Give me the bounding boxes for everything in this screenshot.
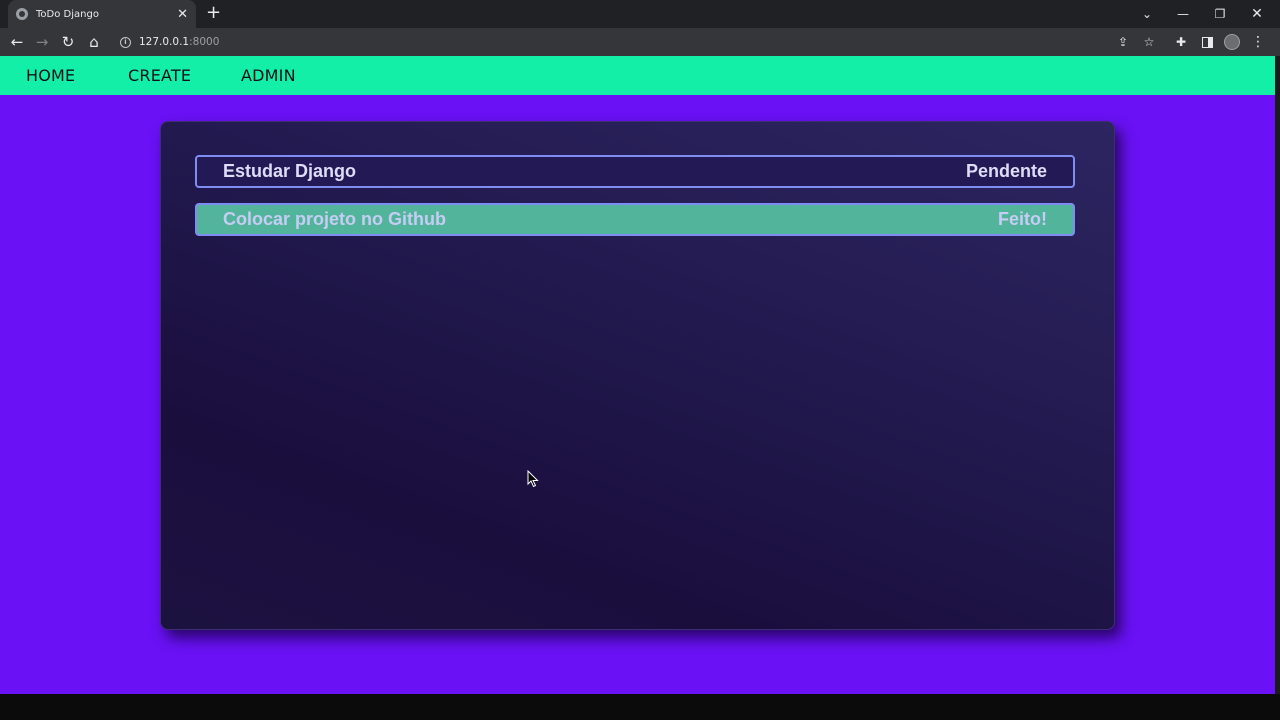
bookmark-star-icon[interactable]: ☆: [1139, 32, 1159, 52]
url-host: 127.0.0.1: [139, 36, 190, 48]
page-viewport: HOME CREATE ADMIN Estudar Django Pendent…: [0, 56, 1275, 694]
close-tab-icon[interactable]: ✕: [177, 8, 188, 21]
todo-title: Colocar projeto no Github: [223, 209, 446, 229]
nav-admin-link[interactable]: ADMIN: [241, 66, 296, 85]
new-tab-button[interactable]: +: [206, 4, 221, 22]
todo-title: Estudar Django: [223, 161, 357, 181]
extensions-icon[interactable]: ✚: [1171, 32, 1191, 52]
share-icon[interactable]: ⇪: [1113, 32, 1133, 52]
minimize-button[interactable]: —: [1165, 0, 1201, 28]
tab-title: ToDo Django: [36, 8, 99, 20]
todo-status: Pendente: [965, 161, 1047, 181]
close-window-button[interactable]: ✕: [1239, 0, 1275, 28]
profile-avatar-icon[interactable]: [1222, 32, 1242, 52]
forward-icon[interactable]: →: [32, 32, 52, 52]
scrollbar-track[interactable]: [1275, 56, 1280, 694]
taskbar-strip: [0, 694, 1280, 720]
side-panel-icon[interactable]: [1197, 32, 1217, 52]
reload-icon[interactable]: ↻: [58, 32, 78, 52]
url-port: :8000: [189, 36, 220, 48]
todo-item-pending[interactable]: Estudar Django Pendente: [195, 155, 1075, 188]
address-bar[interactable]: i 127.0.0.1 :8000: [110, 31, 1110, 53]
todo-status: Feito!: [998, 209, 1047, 229]
home-icon[interactable]: ⌂: [84, 32, 104, 52]
todo-item-done[interactable]: Colocar projeto no Github Feito!: [195, 203, 1075, 236]
todo-panel: Estudar Django Pendente Colocar projeto …: [160, 121, 1115, 630]
nav-create-link[interactable]: CREATE: [128, 66, 191, 85]
site-navbar: HOME CREATE ADMIN: [0, 56, 1275, 95]
browser-tab[interactable]: ToDo Django ✕: [8, 0, 196, 28]
nav-home-link[interactable]: HOME: [26, 66, 75, 85]
restore-button[interactable]: ❐: [1202, 0, 1238, 28]
globe-icon: [16, 8, 28, 20]
tab-search-icon[interactable]: ⌄: [1129, 0, 1165, 28]
browser-menu-icon[interactable]: ⋮: [1248, 32, 1268, 52]
browser-toolbar: ← → ↻ ⌂ i 127.0.0.1 :8000 ⇪ ☆ ✚ ⋮: [0, 28, 1280, 56]
browser-tab-strip: ToDo Django ✕ + ⌄ — ❐ ✕: [0, 0, 1280, 28]
site-info-icon[interactable]: i: [120, 36, 131, 48]
back-icon[interactable]: ←: [7, 32, 27, 52]
